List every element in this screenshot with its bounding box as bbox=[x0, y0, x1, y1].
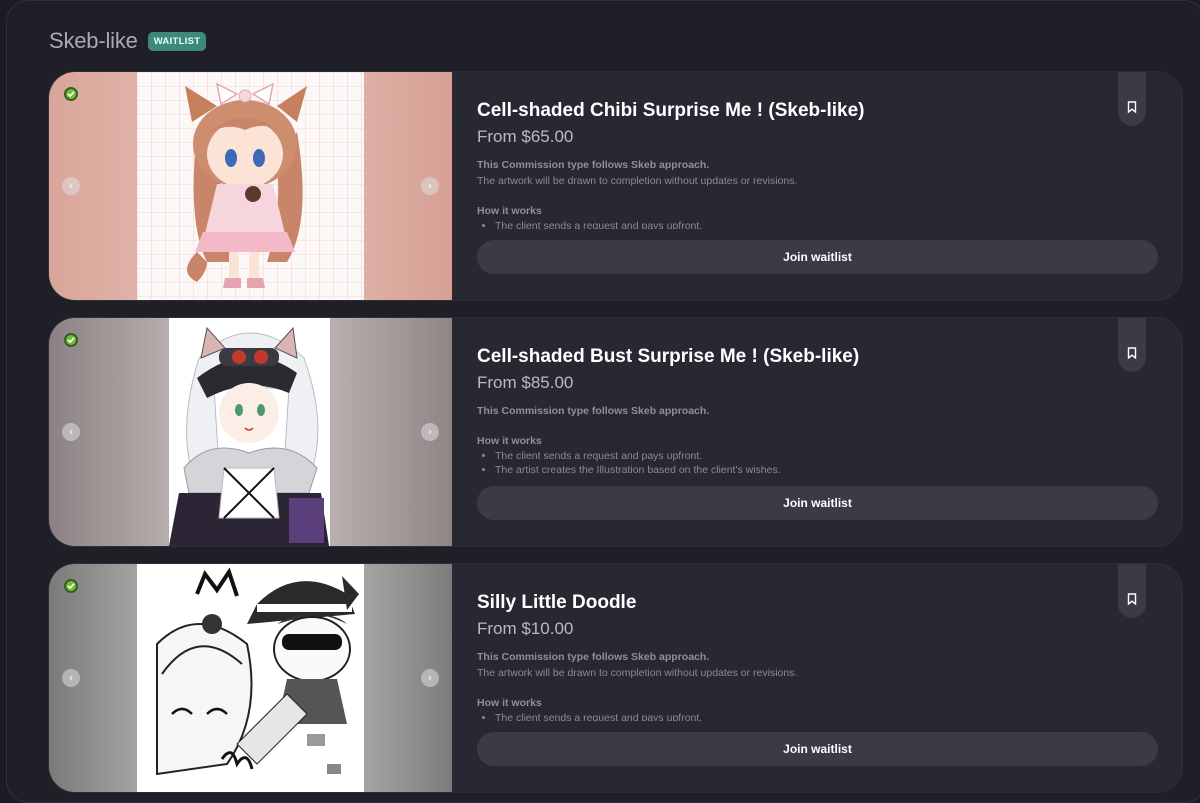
card-price: From $10.00 bbox=[477, 619, 574, 638]
bookmark-icon bbox=[1127, 347, 1137, 359]
card-title: Cell-shaded Bust Surprise Me ! (Skeb-lik… bbox=[477, 346, 860, 367]
bookmark-button[interactable] bbox=[1118, 318, 1146, 372]
artwork-image bbox=[137, 72, 364, 300]
bookmark-button[interactable] bbox=[1118, 72, 1146, 126]
list-item: The client sends a request and pays upfr… bbox=[495, 219, 1158, 229]
bookmark-icon bbox=[1127, 101, 1137, 113]
join-waitlist-button[interactable]: Join waitlist bbox=[477, 486, 1158, 520]
commission-card: ‹ › Cell-shaded Chibi Surprise Me ! (Ske… bbox=[49, 72, 1182, 300]
list-item: The client sends a request and pays upfr… bbox=[495, 711, 1158, 721]
join-waitlist-button[interactable]: Join waitlist bbox=[477, 732, 1158, 766]
how-heading: How it works bbox=[477, 697, 542, 709]
card-price: From $65.00 bbox=[477, 127, 574, 146]
chevron-right-icon[interactable]: › bbox=[421, 177, 439, 195]
commission-card: ‹ › Cell-shaded Bust Surprise Me ! (Skeb… bbox=[49, 318, 1182, 546]
desc-text: The artwork will be drawn to completion … bbox=[477, 175, 798, 187]
desc-heading: This Commission type follows Skeb approa… bbox=[477, 651, 710, 663]
bookmark-icon bbox=[1127, 593, 1137, 605]
card-description: This Commission type follows Skeb approa… bbox=[477, 157, 1158, 229]
commission-card: ‹ › Silly Little Doodle From $10.00 This… bbox=[49, 564, 1182, 792]
card-description: This Commission type follows Skeb approa… bbox=[477, 649, 1158, 721]
how-heading: How it works bbox=[477, 205, 542, 217]
desc-heading: This Commission type follows Skeb approa… bbox=[477, 405, 710, 417]
waitlist-badge: WAITLIST bbox=[147, 31, 207, 51]
chevron-right-icon[interactable]: › bbox=[421, 423, 439, 441]
artwork-image bbox=[137, 564, 364, 792]
card-title: Silly Little Doodle bbox=[477, 592, 637, 613]
chevron-left-icon[interactable]: ‹ bbox=[62, 177, 80, 195]
card-title: Cell-shaded Chibi Surprise Me ! (Skeb-li… bbox=[477, 100, 865, 121]
commission-section: Skeb-like WAITLIST ‹ › Cell-shaded Chibi… bbox=[6, 0, 1200, 803]
card-body: Silly Little Doodle From $10.00 This Com… bbox=[477, 564, 1158, 792]
card-body: Cell-shaded Bust Surprise Me ! (Skeb-lik… bbox=[477, 318, 1158, 546]
card-description: This Commission type follows Skeb approa… bbox=[477, 403, 1158, 475]
how-heading: How it works bbox=[477, 435, 542, 447]
bookmark-button[interactable] bbox=[1118, 564, 1146, 618]
chevron-left-icon[interactable]: ‹ bbox=[62, 423, 80, 441]
list-item: The artist creates the Illustration base… bbox=[495, 463, 1158, 475]
card-body: Cell-shaded Chibi Surprise Me ! (Skeb-li… bbox=[477, 72, 1158, 300]
card-price: From $85.00 bbox=[477, 373, 574, 392]
chevron-right-icon[interactable]: › bbox=[421, 669, 439, 687]
card-gallery: ‹ › bbox=[49, 72, 452, 300]
list-item: The client sends a request and pays upfr… bbox=[495, 449, 1158, 463]
check-circle-icon bbox=[64, 333, 78, 347]
join-waitlist-button[interactable]: Join waitlist bbox=[477, 240, 1158, 274]
desc-heading: This Commission type follows Skeb approa… bbox=[477, 159, 710, 171]
card-gallery: ‹ › bbox=[49, 564, 452, 792]
card-gallery: ‹ › bbox=[49, 318, 452, 546]
section-title: Skeb-like bbox=[49, 28, 138, 53]
desc-text: The artwork will be drawn to completion … bbox=[477, 667, 798, 679]
chevron-left-icon[interactable]: ‹ bbox=[62, 669, 80, 687]
check-circle-icon bbox=[64, 579, 78, 593]
section-header: Skeb-like WAITLIST bbox=[49, 27, 207, 55]
artwork-image bbox=[169, 318, 330, 546]
check-circle-icon bbox=[64, 87, 78, 101]
